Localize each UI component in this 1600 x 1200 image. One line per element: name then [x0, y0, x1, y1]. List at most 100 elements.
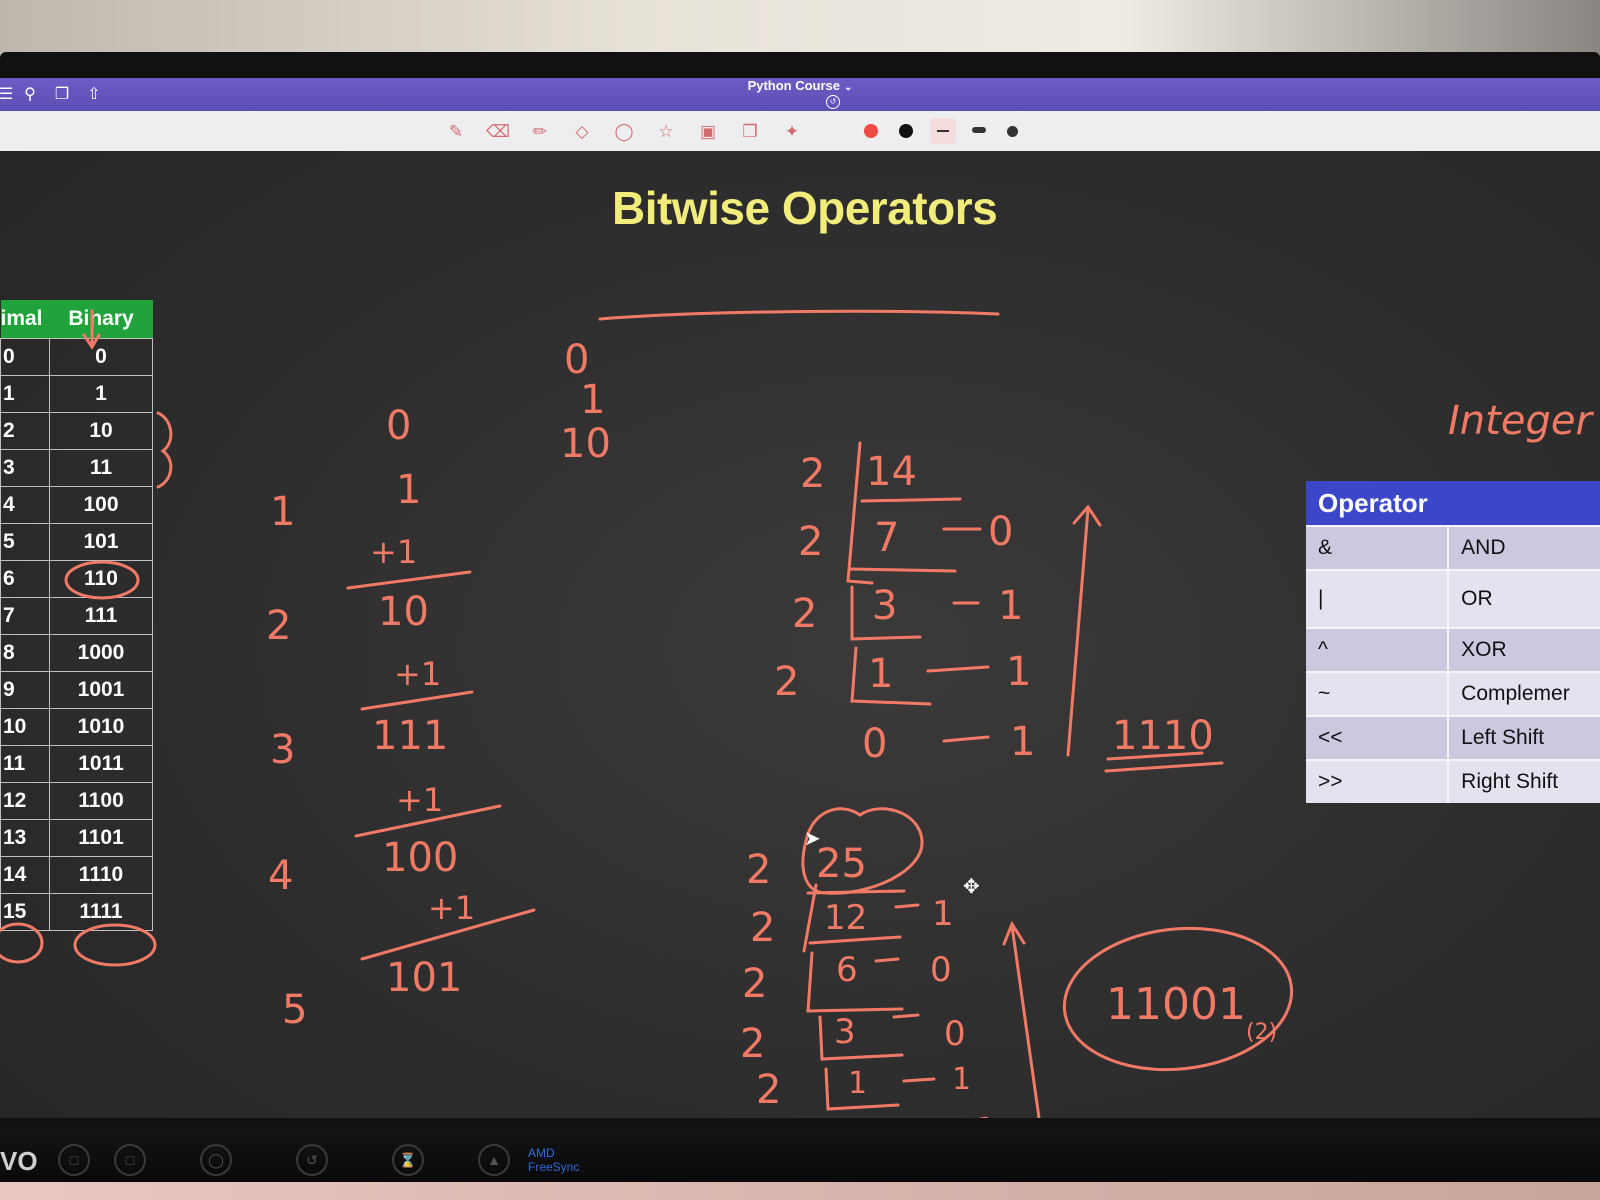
division-bar [848, 567, 957, 573]
stroke-medium-option[interactable] [972, 127, 986, 133]
division-value: 0 [848, 1114, 867, 1118]
division-value: 0 [862, 721, 887, 767]
addition-value: 100 [382, 835, 458, 881]
division-value: 3 [834, 1012, 856, 1052]
document-title-label: Python Course [747, 78, 841, 93]
division-value: 0 [930, 950, 952, 990]
chevron-down-icon: ⌄ [844, 82, 853, 93]
curly-brace [156, 411, 173, 489]
stroke-thick-option[interactable] [1007, 126, 1018, 137]
lasso-tool-icon[interactable]: ◯ [612, 121, 636, 143]
division-value: 3 [872, 583, 897, 629]
division-value: 2 [742, 961, 767, 1007]
circle-14 [0, 922, 44, 964]
division-value: 1 [976, 1112, 995, 1118]
dash [902, 1077, 936, 1083]
text-tool-icon[interactable]: ❒ [738, 121, 762, 143]
division-bar [802, 883, 818, 953]
dash [926, 665, 990, 673]
sum-line [346, 570, 472, 590]
division-value: 1 [952, 1062, 971, 1097]
sum-line [360, 690, 474, 711]
division-value: 2 [792, 591, 817, 637]
eraser-tool-icon[interactable]: ⌫ [486, 121, 510, 143]
division-bar [818, 1015, 904, 1061]
up-arrow [1066, 504, 1102, 757]
handwriting-layer: 0 1 10 1 2 3 4 5 0 1 +1 10 +1 111 +1 100… [0, 309, 1594, 1118]
desk-surface [0, 1182, 1600, 1200]
addition-value: 0 [386, 403, 411, 449]
dash [874, 957, 900, 963]
hourglass-icon: ⌛ [392, 1144, 424, 1176]
division-bar [806, 889, 906, 895]
addition-value: 1 [396, 467, 421, 513]
stroke-thin-mark [937, 130, 949, 132]
sync-icon: ↺ [826, 95, 840, 109]
division-value: 12 [824, 898, 867, 938]
division-value: 1 [932, 894, 954, 934]
amd-label: AMD [528, 1146, 555, 1160]
row-number: 3 [270, 727, 295, 773]
result-25-base: (2) [1246, 1020, 1277, 1045]
tray-icon: □ [58, 1144, 90, 1176]
row-number: 1 [270, 489, 295, 535]
shapes-tool-icon[interactable]: ◇ [570, 121, 594, 143]
slide-canvas[interactable]: Bitwise Operators imal Binary 00 11 2 10 … [0, 151, 1600, 1118]
dash [942, 735, 990, 743]
count-10: 10 [560, 421, 611, 467]
division-value: 2 [798, 519, 823, 565]
row-number: 5 [282, 987, 307, 1033]
circle-100 [64, 560, 140, 600]
division-value: 1 [868, 651, 893, 697]
addition-value: +1 [370, 533, 417, 571]
drawing-toolbar: ✎ ⌫ ✏ ◇ ◯ ☆ ▣ ❒ ✦ [0, 111, 1600, 151]
division-value: 0 [944, 1014, 966, 1054]
division-value: 1 [1006, 649, 1031, 695]
pen-tool-icon[interactable]: ✎ [444, 121, 468, 143]
down-arrow [82, 309, 101, 350]
laser-tool-icon[interactable]: ✦ [780, 121, 804, 143]
division-value: 2 [750, 905, 775, 951]
division-value: 25 [816, 841, 867, 887]
color-black-swatch[interactable] [899, 124, 913, 138]
addition-value: +1 [394, 655, 441, 693]
count-1: 1 [580, 377, 605, 423]
addition-value: 111 [372, 713, 448, 759]
document-title[interactable]: Python Course ⌄ [0, 78, 1600, 96]
app-titlebar: ☰ ⚲ ❐ ⇧ Python Course ⌄ ↺ [0, 78, 1600, 111]
freesync-badge: AMD FreeSync [528, 1146, 579, 1174]
room-wall [0, 0, 1600, 60]
circle-1110 [73, 923, 157, 967]
division-value: 7 [874, 515, 899, 561]
title-underline [598, 309, 1000, 321]
addition-value: +1 [396, 781, 443, 819]
addition-value: 10 [378, 589, 429, 635]
division-value: 1 [848, 1066, 867, 1101]
addition-value: +1 [428, 889, 475, 927]
tray-icon: □ [114, 1144, 146, 1176]
integer-note: Integer [1448, 398, 1594, 444]
mouse-pointer-icon: ➤ [804, 828, 821, 850]
timer-icon: ◯ [200, 1144, 232, 1176]
image-tool-icon[interactable]: ▣ [696, 121, 720, 143]
sticker-tool-icon[interactable]: ☆ [654, 121, 678, 143]
division-value: 2 [800, 451, 825, 497]
highlighter-tool-icon[interactable]: ✏ [528, 121, 552, 143]
division-bar [860, 497, 962, 503]
monitor-screen: ☰ ⚲ ❐ ⇧ Python Course ⌄ ↺ ✎ ⌫ ✏ ◇ ◯ ☆ ▣ ❒… [0, 78, 1600, 1118]
result-25: 11001 [1106, 979, 1246, 1030]
division-value: 0 [988, 509, 1013, 555]
division-value: 1 [998, 583, 1023, 629]
refresh-icon: ↺ [296, 1144, 328, 1176]
row-number: 2 [266, 603, 291, 649]
addition-value: 101 [386, 955, 462, 1001]
dash [894, 903, 920, 909]
division-value: 1 [1010, 719, 1035, 765]
row-number: 4 [268, 853, 293, 899]
division-value: 2 [774, 659, 799, 705]
result-14: 1110 [1112, 713, 1214, 759]
color-red-swatch[interactable] [864, 124, 878, 138]
division-value: 2 [746, 847, 771, 893]
freesync-label: FreeSync [528, 1160, 580, 1174]
up-arrow [1002, 920, 1041, 1118]
